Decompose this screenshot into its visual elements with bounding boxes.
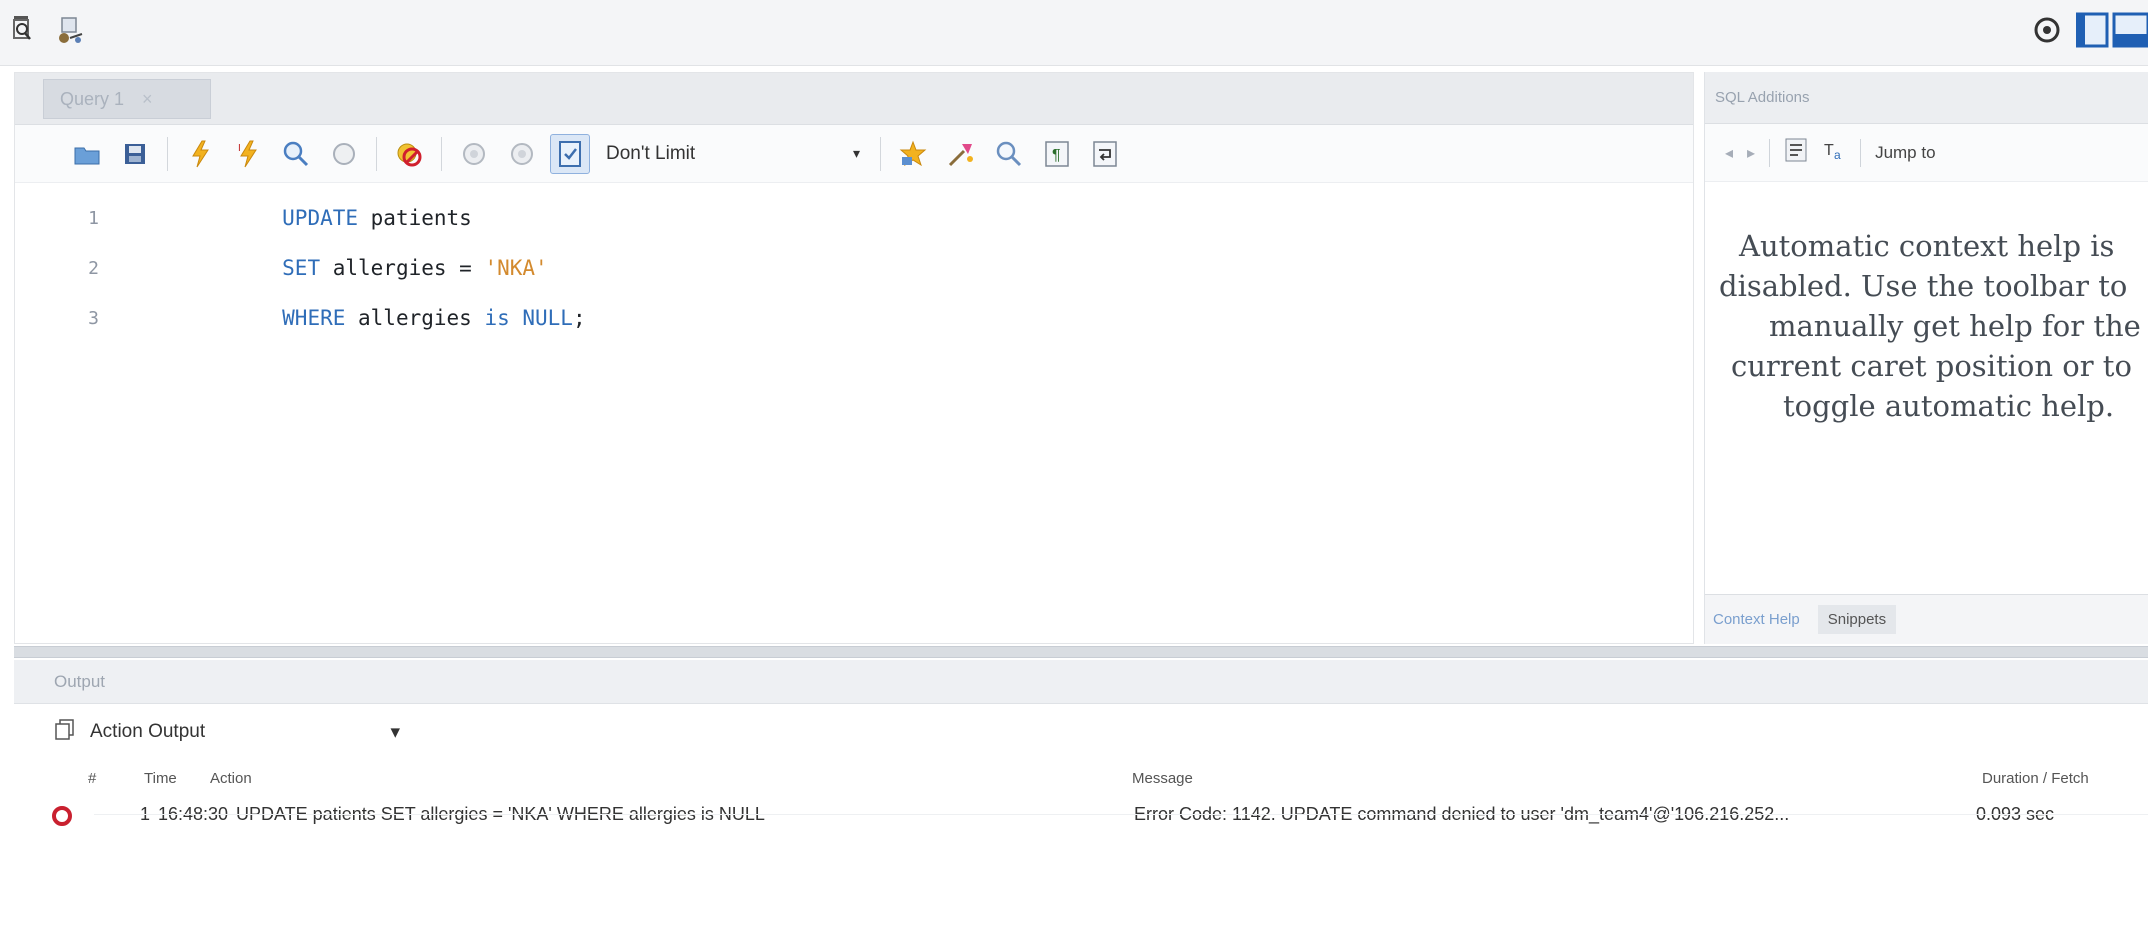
- column-header-number: #: [88, 770, 97, 787]
- column-header-time[interactable]: Time: [144, 770, 177, 787]
- toolbar-separator: [167, 136, 168, 171]
- jump-to-select[interactable]: Jump to: [1875, 143, 1935, 163]
- chevron-down-icon: ▾: [390, 721, 400, 743]
- explain-icon[interactable]: [276, 134, 316, 174]
- column-header-duration[interactable]: Duration / Fetch: [1982, 770, 2089, 787]
- help-text-line: manually get help for the: [1769, 309, 2141, 343]
- settings-gear-icon[interactable]: [2032, 15, 2062, 50]
- toolbar-separator: [880, 136, 881, 171]
- chevron-down-icon: ▾: [852, 145, 860, 161]
- column-header-action[interactable]: Action: [210, 770, 252, 787]
- sql-additions-title: SQL Additions: [1705, 72, 2148, 124]
- help-text-line: disabled. Use the toolbar to: [1719, 269, 2128, 303]
- reconnect-icon[interactable]: [52, 14, 83, 48]
- pane-splitter[interactable]: [14, 646, 2148, 658]
- output-title: Output: [14, 660, 2148, 704]
- output-toolbar: Action Output ▾: [14, 704, 2148, 760]
- auto-help-toggle-icon[interactable]: Ta: [1822, 137, 1846, 168]
- query-tabstrip: Query 1 ×: [15, 73, 1693, 125]
- sql-keyword: is NULL: [484, 306, 573, 330]
- sql-keyword: SET: [282, 256, 321, 280]
- limit-rows-select[interactable]: Don't Limit ▾: [598, 134, 868, 174]
- sql-code-editor[interactable]: 1 UPDATE patients 2 SET allergies = 'NKA…: [15, 183, 1693, 343]
- invisible-chars-icon[interactable]: ¶: [1037, 134, 1077, 174]
- table-header: # Time Action Message Duration / Fetch: [14, 760, 2148, 796]
- open-file-icon[interactable]: [67, 134, 107, 174]
- line-number: 1: [88, 207, 99, 229]
- stop-icon[interactable]: [324, 134, 364, 174]
- sql-additions-tabs: Context Help Snippets: [1705, 594, 2148, 644]
- autocommit-icon[interactable]: [550, 133, 590, 174]
- toolbar-separator: [1860, 138, 1862, 167]
- help-text-line: Automatic context help is: [1739, 229, 2115, 263]
- save-icon[interactable]: [115, 134, 155, 174]
- svg-text:¶: ¶: [1052, 147, 1061, 164]
- code-line: 3 WHERE allergies is NULL;: [15, 293, 1693, 343]
- sql-text: allergies =: [320, 256, 485, 280]
- column-header-message[interactable]: Message: [1132, 770, 1193, 787]
- sql-text: allergies: [345, 306, 485, 330]
- manual-help-icon[interactable]: [1784, 137, 1808, 168]
- svg-text:a: a: [1834, 148, 1841, 162]
- execute-current-icon[interactable]: I: [228, 134, 268, 174]
- svg-text:T: T: [1824, 142, 1834, 159]
- execute-icon[interactable]: [180, 134, 220, 174]
- context-help-message: Automatic context help is disabled. Use …: [1705, 208, 2148, 508]
- find-icon[interactable]: [989, 134, 1029, 174]
- limit-rows-value: Don't Limit: [606, 142, 696, 164]
- wrap-icon[interactable]: [1085, 134, 1125, 174]
- tab-snippets[interactable]: Snippets: [1817, 605, 1897, 634]
- tab-label: Query 1: [60, 88, 125, 109]
- inspect-icon[interactable]: [10, 14, 40, 48]
- sql-additions-panel: SQL Additions ◂ ▸ Ta Jump to Automatic c…: [1704, 72, 2148, 644]
- help-text-line: toggle automatic help.: [1783, 389, 2115, 423]
- copy-icon[interactable]: [54, 718, 76, 747]
- sql-keyword: WHERE: [282, 306, 346, 330]
- app-toolbar: [0, 0, 2148, 66]
- tab-query-1[interactable]: Query 1 ×: [43, 79, 211, 119]
- editor-toolbar: I Don't Limit ▾ ¶: [15, 125, 1693, 183]
- help-text-line: current caret position or to: [1731, 349, 2132, 383]
- tab-context-help[interactable]: Context Help: [1713, 611, 1800, 628]
- sql-keyword: UPDATE: [282, 206, 359, 230]
- rollback-icon[interactable]: [502, 134, 542, 174]
- toolbar-separator: [441, 136, 442, 171]
- output-panel: Output Action Output ▾ # Time Action Mes…: [14, 660, 2148, 927]
- forward-arrow-icon[interactable]: ▸: [1747, 143, 1755, 163]
- close-icon[interactable]: ×: [142, 89, 153, 110]
- back-arrow-icon[interactable]: ◂: [1725, 143, 1733, 163]
- sql-additions-toolbar: ◂ ▸ Ta Jump to: [1705, 124, 2148, 182]
- line-number: 3: [88, 307, 99, 329]
- panel-layout-icon[interactable]: [2075, 12, 2148, 53]
- error-status-icon: [52, 806, 72, 826]
- sql-text: ;: [572, 306, 586, 330]
- row-divider: [94, 814, 2148, 815]
- output-type-select[interactable]: Action Output ▾: [90, 721, 420, 744]
- line-number: 2: [88, 257, 99, 279]
- svg-text:I: I: [238, 143, 241, 154]
- toolbar-separator: [376, 136, 377, 171]
- add-snippet-icon[interactable]: [893, 134, 933, 174]
- beautify-icon[interactable]: [941, 134, 981, 174]
- toggle-error-stop-icon[interactable]: [389, 134, 429, 174]
- toolbar-separator: [1769, 138, 1771, 167]
- sql-string: 'NKA': [484, 256, 548, 280]
- sql-text: patients: [358, 206, 472, 230]
- action-output-table: # Time Action Message Duration / Fetch 1…: [14, 760, 2148, 832]
- query-editor-pane: Query 1 × I Don't Limit ▾ ¶ 1 UPDATE pat…: [14, 72, 1694, 644]
- output-type-value: Action Output: [90, 721, 206, 742]
- commit-icon[interactable]: [454, 134, 494, 174]
